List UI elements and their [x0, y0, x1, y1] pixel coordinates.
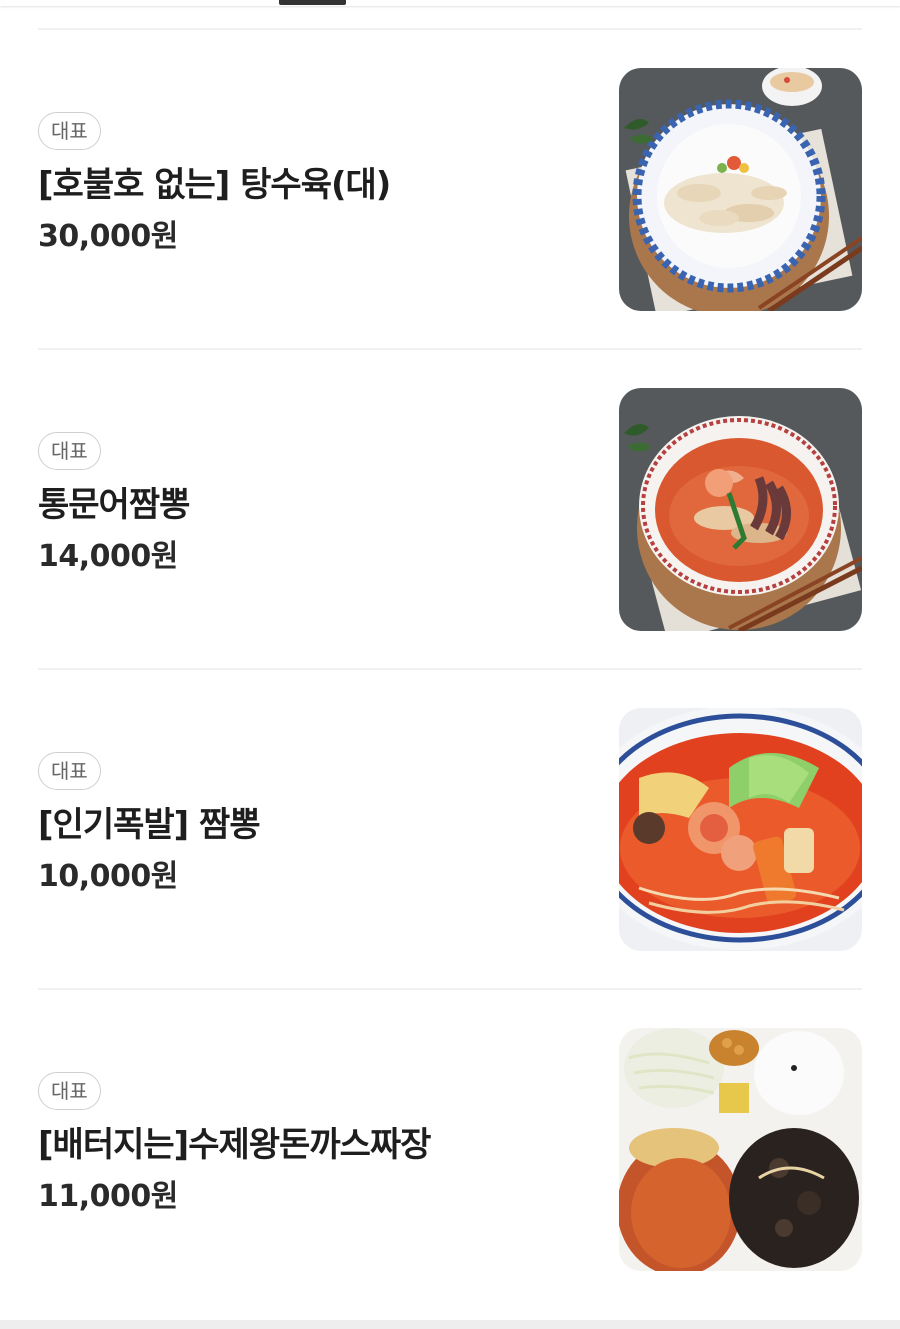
jjamppong-photo[interactable] — [619, 708, 862, 951]
menu-item-info: 대표 [호불호 없는] 탕수육(대) 30,000원 — [38, 112, 391, 256]
menu-item-name: [호불호 없는] 탕수육(대) — [38, 165, 391, 205]
signature-badge: 대표 — [38, 432, 101, 470]
octopus-jjamppong-photo[interactable] — [619, 388, 862, 631]
active-tab-indicator — [279, 0, 346, 5]
signature-badge: 대표 — [38, 112, 101, 150]
signature-badge: 대표 — [38, 752, 101, 790]
menu-item-info: 대표 [배터지는]수제왕돈까스짜장 11,000원 — [38, 1072, 431, 1216]
menu-item[interactable]: 대표 [호불호 없는] 탕수육(대) 30,000원 — [38, 28, 862, 348]
menu-item-info: 대표 통문어짬뽕 14,000원 — [38, 432, 190, 576]
pork-cutlet-jjajang-photo[interactable] — [619, 1028, 862, 1271]
menu-item[interactable]: 대표 통문어짬뽕 14,000원 — [38, 348, 862, 668]
menu-item-price: 10,000원 — [38, 859, 178, 894]
menu-item-price: 14,000원 — [38, 539, 178, 574]
menu-item-name: 통문어짬뽕 — [38, 485, 190, 525]
sweet-sour-pork-photo[interactable] — [619, 68, 862, 311]
menu-item-price: 30,000원 — [38, 219, 178, 254]
section-divider — [0, 1320, 900, 1329]
menu-item-name: [배터지는]수제왕돈까스짜장 — [38, 1125, 431, 1165]
menu-item[interactable]: 대표 [인기폭발] 짬뽕 10,000원 — [38, 668, 862, 988]
menu-item-name: [인기폭발] 짬뽕 — [38, 805, 261, 845]
menu-item-info: 대표 [인기폭발] 짬뽕 10,000원 — [38, 752, 261, 896]
menu-item-price: 11,000원 — [38, 1179, 178, 1214]
top-tab-bar — [0, 0, 900, 6]
signature-badge: 대표 — [38, 1072, 101, 1110]
menu-list: 대표 [호불호 없는] 탕수육(대) 30,000원 대표 통문어짬뽕 14,0… — [38, 28, 862, 1308]
menu-item[interactable]: 대표 [배터지는]수제왕돈까스짜장 11,000원 — [38, 988, 862, 1308]
